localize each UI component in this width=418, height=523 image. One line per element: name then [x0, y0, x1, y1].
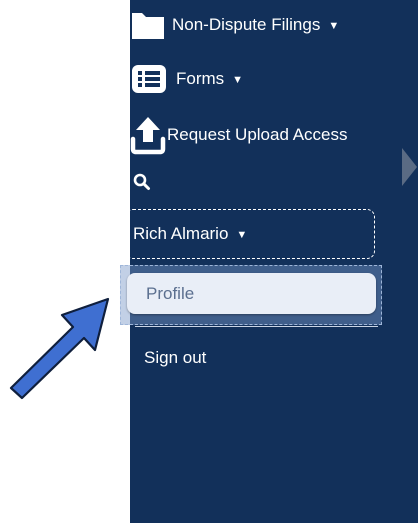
chevron-down-icon: ▼ [328, 20, 340, 32]
profile-label: Profile [146, 283, 195, 303]
search-icon [133, 173, 151, 191]
sign-out-label: Sign out [144, 348, 207, 367]
screen: Non-Dispute Filings ▼ Forms ▼ Request Up… [0, 0, 418, 523]
list-icon [130, 63, 168, 95]
sidebar-item-non-dispute-filings[interactable]: Non-Dispute Filings ▼ [130, 8, 339, 42]
sidebar-item-label: Request Upload Access [167, 125, 348, 144]
sidebar-item-search[interactable] [130, 172, 151, 192]
upload-icon [130, 115, 166, 155]
menu-divider [135, 326, 378, 327]
folder-icon [130, 9, 166, 41]
sidebar-item-label: Forms [176, 69, 225, 88]
profile-menu-item[interactable]: Profile [127, 273, 376, 314]
sidebar-collapse-handle[interactable] [401, 146, 418, 188]
chevron-down-icon: ▼ [232, 74, 244, 86]
sidebar-item-label: Non-Dispute Filings [172, 15, 321, 34]
sidebar-top-tab [320, 0, 338, 6]
sidebar-item-forms[interactable]: Forms ▼ [130, 61, 243, 97]
user-name: Rich Almario [133, 224, 229, 243]
chevron-down-icon: ▼ [236, 229, 248, 241]
pointer-arrow-icon [9, 297, 110, 400]
sidebar-item-request-upload-access[interactable]: Request Upload Access [130, 114, 348, 156]
user-menu-toggle[interactable]: Rich Almario ▼ [125, 209, 375, 259]
sign-out-menu-item[interactable]: Sign out [144, 347, 206, 369]
